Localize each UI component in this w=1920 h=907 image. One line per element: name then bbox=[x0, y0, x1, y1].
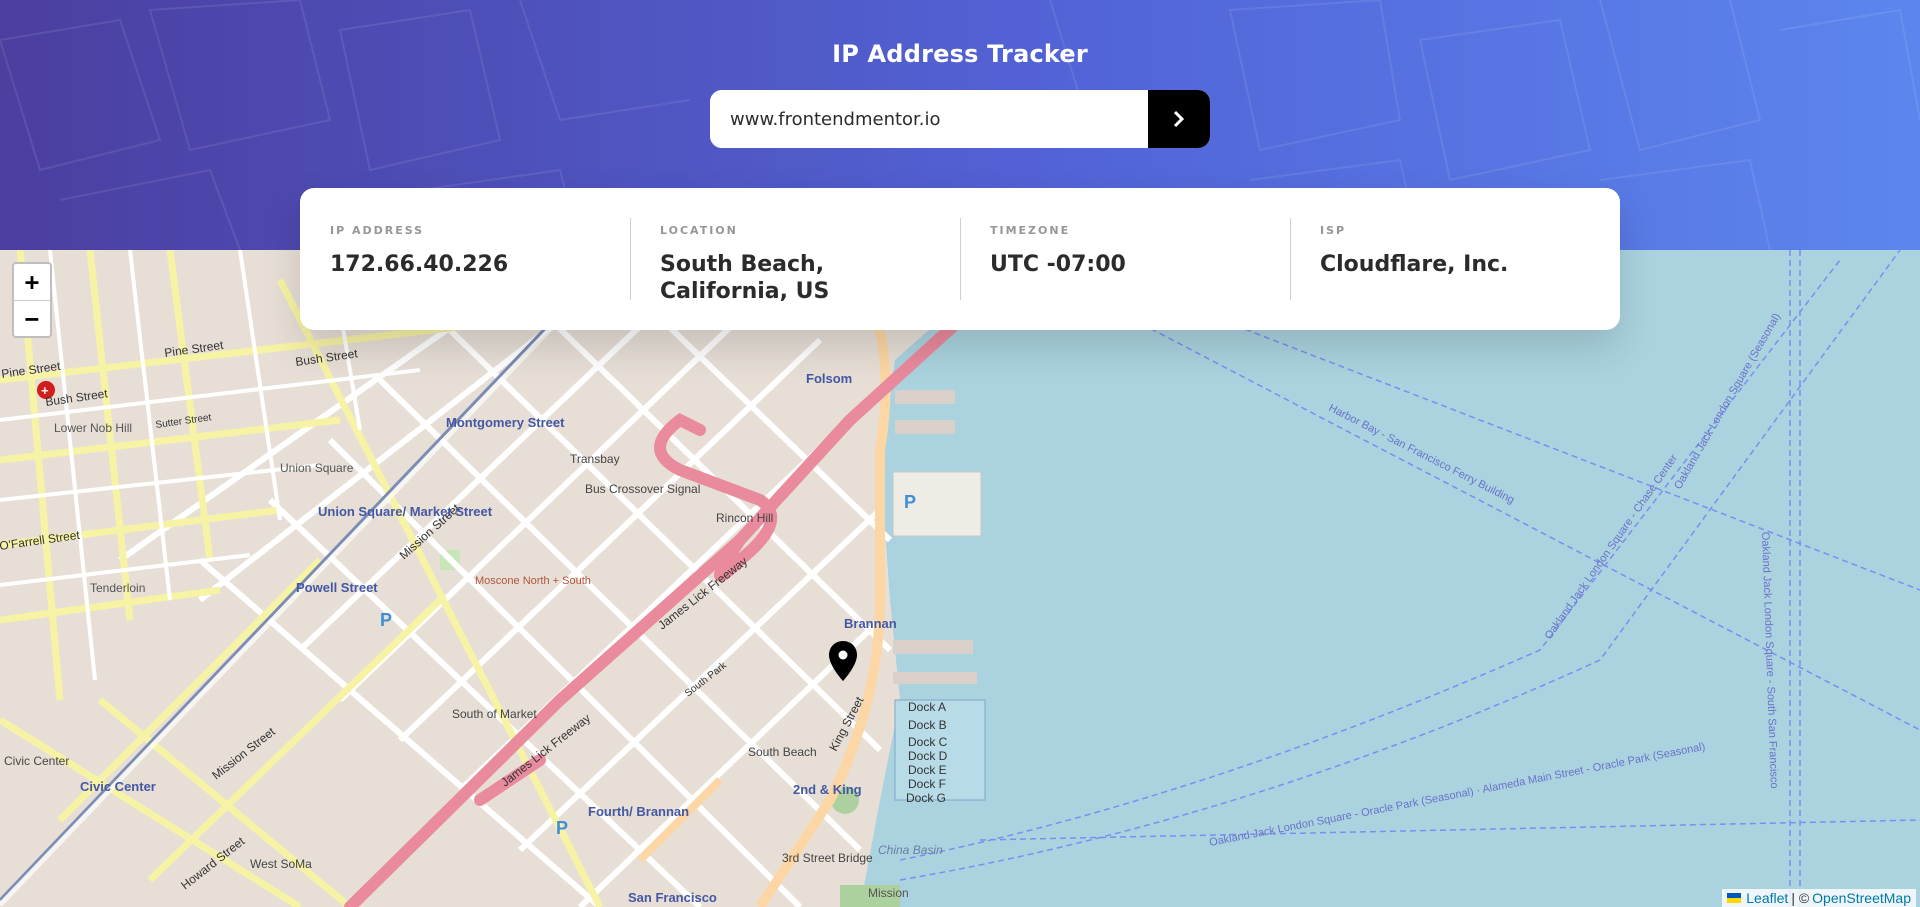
svg-text:China Basin: China Basin bbox=[878, 843, 943, 857]
map[interactable]: P P P + Pine Street Pine Street Bush Str… bbox=[0, 250, 1920, 907]
svg-text:Dock F: Dock F bbox=[908, 777, 946, 791]
svg-text:Fourth/ Brannan: Fourth/ Brannan bbox=[588, 804, 689, 819]
svg-text:Folsom: Folsom bbox=[806, 371, 852, 386]
map-tiles[interactable]: P P P + Pine Street Pine Street Bush Str… bbox=[0, 250, 1920, 907]
svg-text:West SoMa: West SoMa bbox=[250, 857, 312, 871]
svg-text:Mission: Mission bbox=[868, 886, 909, 900]
svg-text:Civic Center: Civic Center bbox=[4, 754, 69, 768]
svg-text:2nd & King: 2nd & King bbox=[793, 782, 862, 797]
svg-text:Powell Street: Powell Street bbox=[296, 580, 378, 595]
ip-address-section: IP ADDRESS 172.66.40.226 bbox=[300, 218, 630, 330]
svg-text:Dock C: Dock C bbox=[908, 735, 948, 749]
isp-value: Cloudflare, Inc. bbox=[1320, 252, 1509, 277]
timezone-value: UTC -07:00 bbox=[990, 252, 1126, 277]
search-submit-button[interactable] bbox=[1148, 90, 1210, 148]
chevron-right-icon bbox=[1173, 110, 1185, 128]
location-label: LOCATION bbox=[660, 224, 738, 237]
zoom-control: + − bbox=[12, 262, 52, 338]
svg-text:Transbay: Transbay bbox=[570, 452, 620, 466]
svg-text:Moscone North + South: Moscone North + South bbox=[475, 575, 591, 587]
svg-text:Brannan: Brannan bbox=[844, 616, 897, 631]
svg-text:Oakland Jack London Square (Se: Oakland Jack London Square (Seasonal) bbox=[1672, 311, 1783, 491]
svg-text:Oakland Jack London Square - O: Oakland Jack London Square - Oracle Park… bbox=[1208, 741, 1706, 849]
svg-text:P: P bbox=[380, 610, 392, 630]
search-bar bbox=[710, 90, 1210, 148]
svg-text:Bus Crossover Signal: Bus Crossover Signal bbox=[585, 482, 700, 496]
svg-text:P: P bbox=[904, 492, 916, 512]
location-value: South Beach, California, US bbox=[660, 252, 830, 304]
svg-text:Dock D: Dock D bbox=[908, 749, 948, 763]
svg-text:Oakland Jack London Square - C: Oakland Jack London Square - Chase Cente… bbox=[1543, 452, 1681, 641]
svg-text:Harbor Bay - San Francisco Fer: Harbor Bay - San Francisco Ferry Buildin… bbox=[1327, 402, 1517, 507]
ip-address-value: 172.66.40.226 bbox=[330, 252, 509, 277]
openstreetmap-link[interactable]: OpenStreetMap bbox=[1812, 890, 1911, 906]
ip-address-label: IP ADDRESS bbox=[330, 224, 425, 237]
svg-text:3rd Street Bridge: 3rd Street Bridge bbox=[782, 851, 873, 865]
zoom-in-button[interactable]: + bbox=[14, 264, 50, 300]
svg-text:Dock E: Dock E bbox=[908, 763, 947, 777]
svg-text:Civic Center: Civic Center bbox=[80, 779, 156, 794]
svg-text:Union Square: Union Square bbox=[280, 461, 354, 475]
ukraine-flag-icon bbox=[1727, 893, 1742, 903]
svg-text:Montgomery Street: Montgomery Street bbox=[446, 415, 565, 430]
map-attribution: Leaflet | © OpenStreetMap bbox=[1722, 889, 1916, 907]
timezone-label: TIMEZONE bbox=[990, 224, 1071, 237]
leaflet-link[interactable]: Leaflet bbox=[1746, 890, 1788, 906]
svg-text:Lower Nob Hill: Lower Nob Hill bbox=[54, 421, 132, 435]
search-input[interactable] bbox=[710, 90, 1148, 148]
svg-text:P: P bbox=[556, 818, 568, 838]
attribution-separator: | © bbox=[1791, 890, 1810, 906]
ip-info-card: IP ADDRESS 172.66.40.226 LOCATION South … bbox=[300, 188, 1620, 330]
svg-text:Union Square/ Market Street: Union Square/ Market Street bbox=[318, 504, 493, 519]
zoom-out-button[interactable]: − bbox=[14, 300, 50, 336]
timezone-section: TIMEZONE UTC -07:00 bbox=[960, 218, 1290, 330]
isp-section: ISP Cloudflare, Inc. bbox=[1290, 218, 1620, 330]
isp-label: ISP bbox=[1320, 224, 1347, 237]
location-pin-icon[interactable] bbox=[828, 640, 858, 682]
svg-text:Rincon Hill: Rincon Hill bbox=[716, 511, 773, 525]
page-title: IP Address Tracker bbox=[832, 40, 1088, 68]
svg-text:Dock A: Dock A bbox=[908, 700, 946, 714]
svg-text:South Beach: South Beach bbox=[748, 745, 817, 759]
svg-text:Tenderloin: Tenderloin bbox=[90, 581, 145, 595]
svg-text:South of Market: South of Market bbox=[452, 707, 537, 721]
location-section: LOCATION South Beach, California, US bbox=[630, 218, 960, 330]
svg-text:Dock B: Dock B bbox=[908, 718, 947, 732]
svg-text:San Francisco: San Francisco bbox=[628, 890, 717, 905]
svg-text:Oakland Jack London Square - S: Oakland Jack London Square - South San F… bbox=[1759, 532, 1780, 789]
svg-text:Dock G: Dock G bbox=[906, 791, 946, 805]
